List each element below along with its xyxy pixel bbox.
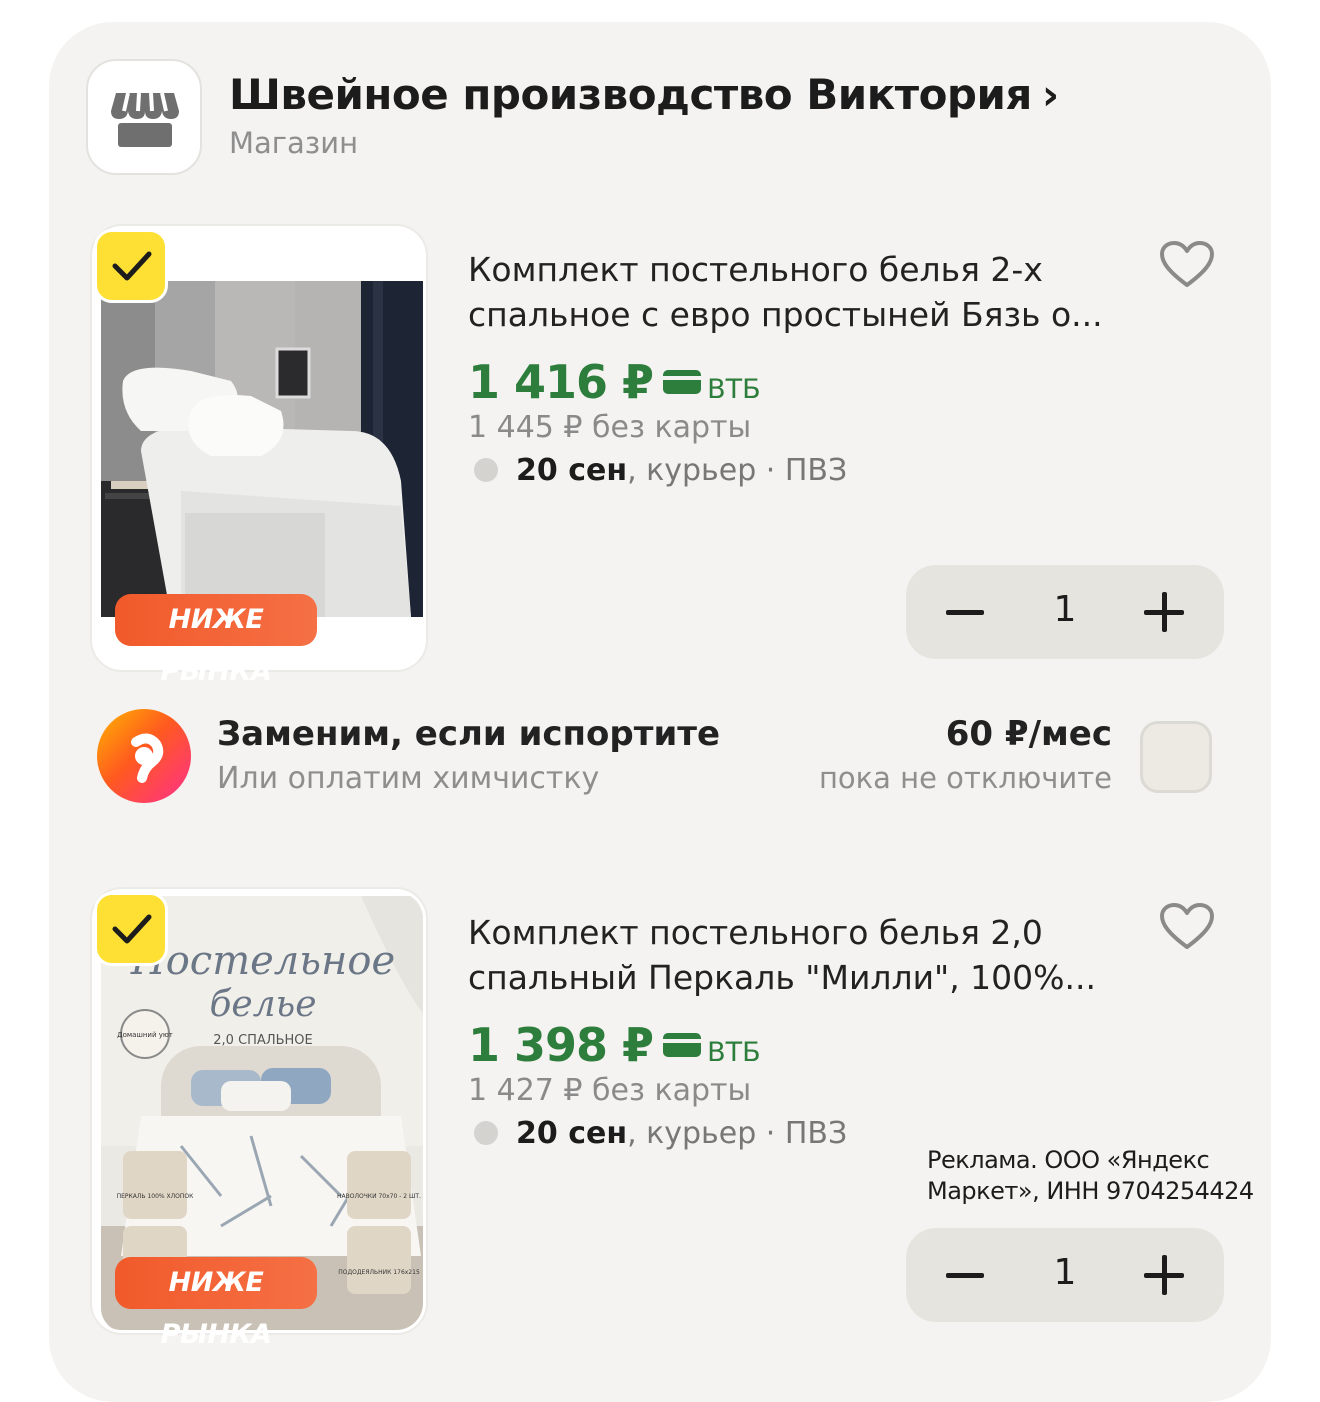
delivery-date: 20 сен	[516, 453, 628, 488]
below-market-badge: НИЖЕ РЫНКА	[115, 1257, 317, 1350]
product-2-price-row: 1 398 ₽ ВТБ	[468, 1018, 761, 1072]
store-type-label: Магазин	[229, 126, 359, 160]
product-1-old-price: 1 445 ₽ без карты	[468, 410, 752, 445]
product-2-old-price: 1 427 ₽ без карты	[468, 1073, 752, 1108]
storefront-icon	[111, 92, 179, 147]
product-1-bank: ВТБ	[707, 374, 761, 405]
bank-card-icon	[663, 1033, 702, 1057]
product-1-select-checkbox[interactable]	[94, 229, 168, 303]
product-1-price-row: 1 416 ₽ ВТБ	[468, 355, 761, 409]
delivery-status-dot	[474, 1121, 498, 1145]
product-1-price: 1 416 ₽	[468, 355, 654, 409]
insurance-price: 60 ₽/мес	[945, 714, 1112, 754]
favorite-heart-icon[interactable]	[1158, 902, 1216, 956]
store-logo[interactable]	[86, 59, 202, 175]
promo-subtitle: 2,0 СПАЛЬНОЕ	[213, 1033, 312, 1048]
insurance-title: Заменим, если испортите	[217, 714, 721, 754]
product-2-title[interactable]: Комплект постельного белья 2,0 спальный …	[468, 910, 1128, 1000]
product-2-price: 1 398 ₽	[468, 1018, 654, 1072]
insurance-logo-icon	[96, 708, 192, 804]
promo-feature-2: НАВОЛОЧКИ 70х70 - 2 ШТ.	[337, 1193, 421, 1200]
ad-disclaimer-line-2: Маркет», ИНН 9704254424	[927, 1177, 1254, 1205]
below-market-badge: НИЖЕ РЫНКА	[115, 594, 317, 687]
product-2-select-checkbox[interactable]	[94, 892, 168, 966]
favorite-heart-icon[interactable]	[1158, 240, 1216, 294]
promo-seal: Домашний уют	[117, 1031, 173, 1039]
bank-card-icon	[663, 370, 702, 394]
delivery-date: 20 сен	[516, 1116, 628, 1151]
delivery-method: , курьер · ПВЗ	[627, 453, 848, 488]
promo-title-1: Постельное	[130, 938, 395, 984]
store-name-link[interactable]: Швейное производство Виктория ›	[229, 70, 1059, 119]
chevron-right-icon: ›	[1041, 70, 1059, 119]
insurance-condition: пока не отключите	[818, 761, 1112, 795]
ad-disclaimer-line-1: Реклама. ООО «Яндекс	[927, 1146, 1210, 1174]
promo-title-2: белье	[209, 984, 316, 1025]
checkmark-icon	[110, 907, 154, 955]
promo-feature-3: ПОДОДЕЯЛЬНИК 176х215	[338, 1269, 420, 1276]
product-1-delivery: 20 сен, курьер · ПВЗ	[474, 453, 847, 488]
product-2-bank: ВТБ	[707, 1037, 761, 1068]
insurance-subtitle: Или оплатим химчистку	[217, 761, 600, 796]
ad-disclaimer: Реклама. ООО «Яндекс Маркет», ИНН 970425…	[927, 1145, 1254, 1207]
bedroom-photo	[101, 281, 423, 617]
checkmark-icon	[110, 244, 154, 292]
store-name: Швейное производство Виктория	[229, 70, 1032, 119]
insurance-checkbox[interactable]	[1140, 721, 1212, 793]
delivery-method: , курьер · ПВЗ	[627, 1116, 848, 1151]
product-2-delivery: 20 сен, курьер · ПВЗ	[474, 1116, 847, 1151]
promo-feature-1: ПЕРКАЛЬ 100% ХЛОПОК	[117, 1193, 194, 1200]
product-1-title[interactable]: Комплект постельного белья 2-х спальное …	[468, 247, 1128, 337]
product-1-quantity-stepper: 1	[906, 565, 1224, 659]
delivery-status-dot	[474, 458, 498, 482]
product-2-quantity-stepper: 1	[906, 1228, 1224, 1322]
